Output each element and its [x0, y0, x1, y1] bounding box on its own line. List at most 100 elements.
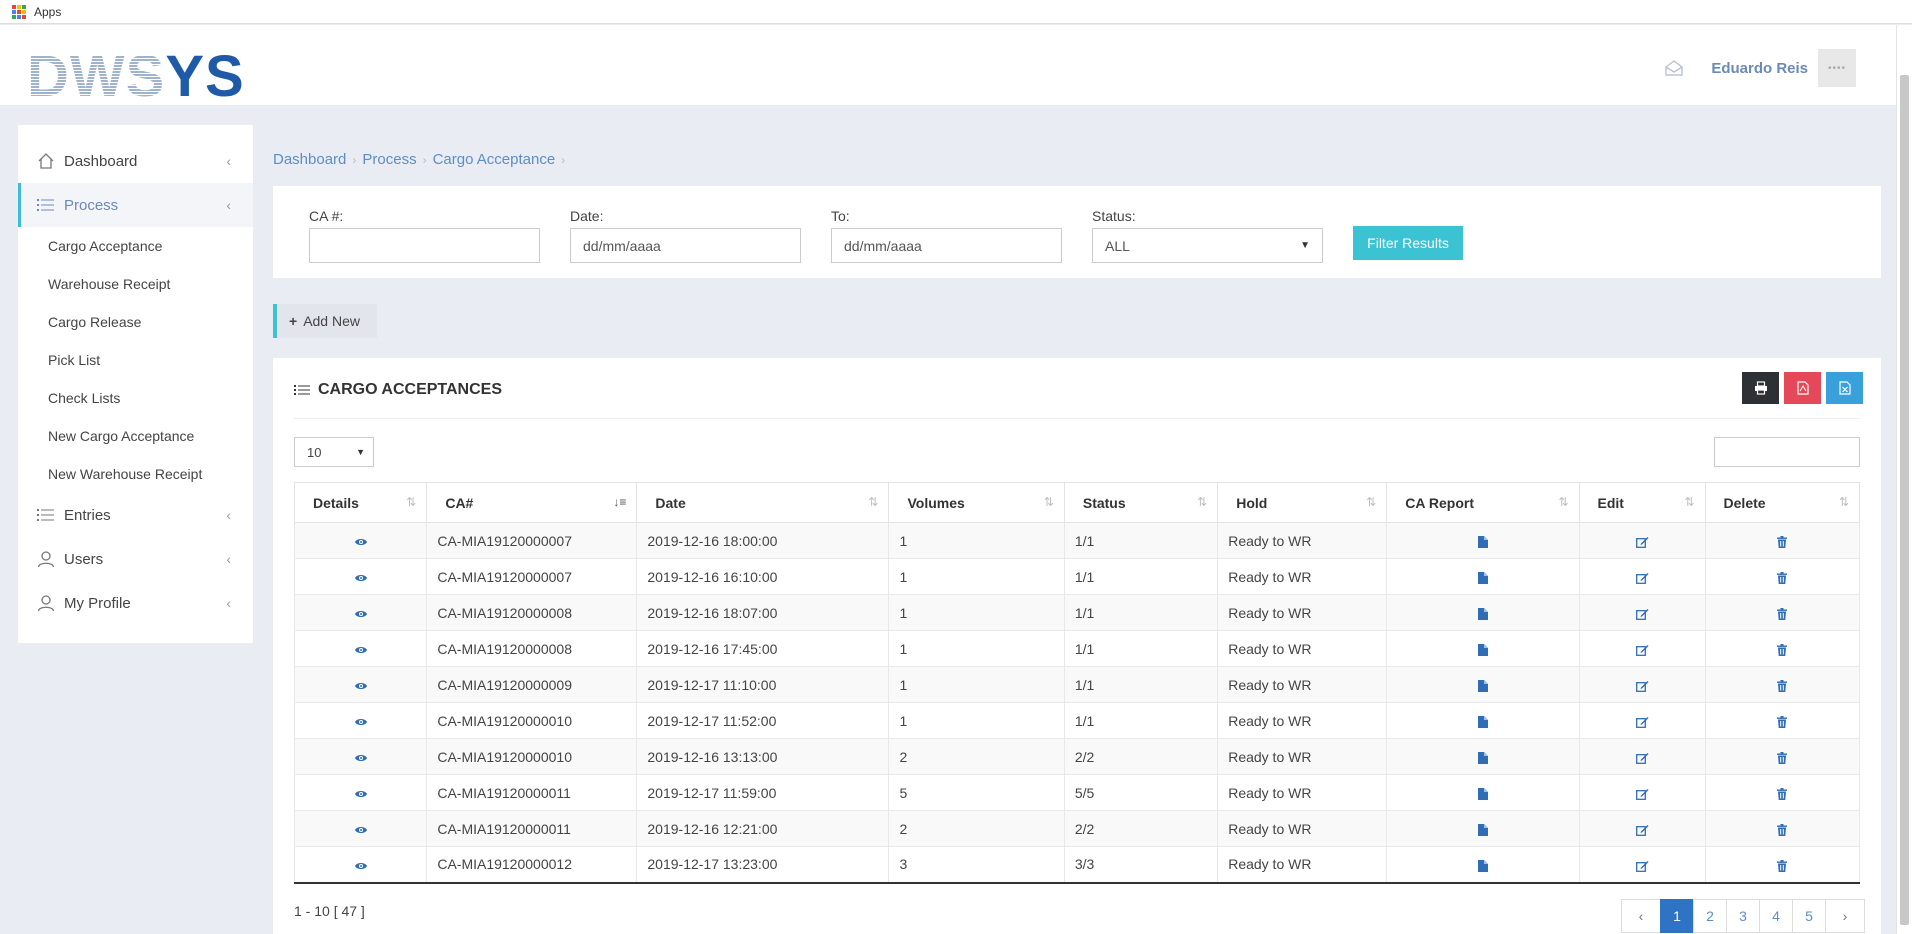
sidebar-subitem-check-lists[interactable]: Check Lists: [18, 379, 253, 417]
edit-icon[interactable]: [1635, 536, 1649, 548]
breadcrumb-dashboard[interactable]: Dashboard: [273, 151, 346, 168]
date-to-input[interactable]: dd/mm/aaaa: [831, 228, 1062, 263]
page-5-button[interactable]: 5: [1792, 899, 1826, 933]
prev-page-button[interactable]: ‹: [1621, 899, 1661, 933]
sidebar-subitem-cargo-acceptance[interactable]: Cargo Acceptance: [18, 227, 253, 265]
edit-icon[interactable]: [1635, 860, 1649, 872]
eye-icon[interactable]: [354, 717, 368, 727]
edit-icon[interactable]: [1635, 572, 1649, 584]
sidebar-subitem-warehouse-receipt[interactable]: Warehouse Receipt: [18, 265, 253, 303]
col-ca-report[interactable]: CA Report ⇅: [1386, 482, 1580, 523]
trash-icon[interactable]: [1777, 787, 1788, 800]
breadcrumb-separator: ›: [352, 152, 357, 167]
sidebar-item-entries[interactable]: Entries ‹: [18, 493, 253, 537]
details-cell: [293, 666, 428, 703]
add-new-button[interactable]: + Add New: [273, 304, 377, 338]
date-from-input[interactable]: dd/mm/aaaa: [570, 228, 801, 263]
edit-icon[interactable]: [1635, 680, 1649, 692]
next-page-button[interactable]: ›: [1825, 899, 1865, 933]
sidebar-item-my-profile[interactable]: My Profile ‹: [18, 581, 253, 625]
scrollbar[interactable]: [1896, 25, 1912, 934]
scrollbar-thumb[interactable]: [1900, 75, 1909, 925]
status-select[interactable]: ALL ▼: [1092, 228, 1323, 263]
logo[interactable]: DWSYS: [27, 48, 245, 106]
col-delete[interactable]: Delete ⇅: [1704, 482, 1861, 523]
file-icon[interactable]: [1477, 571, 1488, 584]
table-search-input[interactable]: [1714, 437, 1860, 467]
page-2-button[interactable]: 2: [1693, 899, 1727, 933]
eye-icon[interactable]: [354, 681, 368, 691]
sidebar-item-process[interactable]: Process ‹: [18, 183, 253, 227]
eye-icon[interactable]: [354, 789, 368, 799]
col-ca-number[interactable]: CA# ↓≡: [426, 482, 638, 523]
edit-icon[interactable]: [1635, 608, 1649, 620]
edit-icon[interactable]: [1635, 788, 1649, 800]
edit-icon[interactable]: [1635, 824, 1649, 836]
sidebar-subitem-pick-list[interactable]: Pick List: [18, 341, 253, 379]
status-cell: 5/5: [1063, 774, 1219, 811]
trash-icon[interactable]: [1777, 715, 1788, 728]
col-status[interactable]: Status ⇅: [1063, 482, 1219, 523]
print-button[interactable]: [1742, 372, 1779, 404]
eye-icon[interactable]: [354, 609, 368, 619]
col-date[interactable]: Date ⇅: [636, 482, 890, 523]
apps-grid-icon[interactable]: [12, 4, 26, 19]
file-icon[interactable]: [1477, 679, 1488, 692]
sidebar-subitem-cargo-release[interactable]: Cargo Release: [18, 303, 253, 341]
trash-icon[interactable]: [1777, 859, 1788, 872]
page-size-select[interactable]: 10 ▼: [294, 437, 374, 467]
breadcrumb-cargo-acceptance[interactable]: Cargo Acceptance: [433, 151, 556, 168]
col-details[interactable]: Details ⇅: [293, 482, 428, 523]
pdf-file-icon: [1796, 381, 1809, 395]
page-1-button[interactable]: 1: [1660, 899, 1694, 933]
file-icon[interactable]: [1477, 607, 1488, 620]
filter-results-button[interactable]: Filter Results: [1353, 226, 1463, 260]
file-icon[interactable]: [1477, 751, 1488, 764]
col-edit[interactable]: Edit ⇅: [1578, 482, 1706, 523]
trash-icon[interactable]: [1777, 571, 1788, 584]
eye-icon[interactable]: [354, 537, 368, 547]
ca-report-cell: [1386, 810, 1580, 847]
export-pdf-button[interactable]: [1784, 372, 1821, 404]
eye-icon[interactable]: [354, 573, 368, 583]
details-cell: [293, 522, 428, 559]
trash-icon[interactable]: [1777, 607, 1788, 620]
eye-icon[interactable]: [354, 825, 368, 835]
col-hold[interactable]: Hold ⇅: [1217, 482, 1388, 523]
delete-cell: [1704, 630, 1861, 667]
edit-icon[interactable]: [1635, 752, 1649, 764]
edit-icon[interactable]: [1635, 644, 1649, 656]
sidebar-item-dashboard[interactable]: Dashboard ‹: [18, 139, 253, 183]
col-volumes[interactable]: Volumes ⇅: [888, 482, 1065, 523]
ca-report-cell: [1386, 738, 1580, 775]
eye-icon[interactable]: [354, 753, 368, 763]
file-icon[interactable]: [1477, 535, 1488, 548]
envelope-icon[interactable]: [1663, 57, 1685, 79]
page-4-button[interactable]: 4: [1759, 899, 1793, 933]
ca-report-cell: [1386, 558, 1580, 595]
ca-number-input[interactable]: [309, 228, 540, 263]
eye-icon[interactable]: [354, 861, 368, 871]
trash-icon[interactable]: [1777, 823, 1788, 836]
file-icon[interactable]: [1477, 859, 1488, 872]
eye-icon[interactable]: [354, 645, 368, 655]
export-excel-button[interactable]: [1826, 372, 1863, 404]
sidebar-subitem-new-cargo-acceptance[interactable]: New Cargo Acceptance: [18, 417, 253, 455]
file-icon[interactable]: [1477, 643, 1488, 656]
file-icon[interactable]: [1477, 823, 1488, 836]
sidebar-subitem-new-warehouse-receipt[interactable]: New Warehouse Receipt: [18, 455, 253, 493]
excel-file-icon: [1838, 381, 1851, 395]
breadcrumb-process[interactable]: Process: [362, 151, 416, 168]
page-3-button[interactable]: 3: [1726, 899, 1760, 933]
file-icon[interactable]: [1477, 787, 1488, 800]
trash-icon[interactable]: [1777, 751, 1788, 764]
apps-label[interactable]: Apps: [34, 5, 61, 19]
edit-icon[interactable]: [1635, 716, 1649, 728]
file-icon[interactable]: [1477, 715, 1488, 728]
trash-icon[interactable]: [1777, 643, 1788, 656]
trash-icon[interactable]: [1777, 535, 1788, 548]
user-name[interactable]: Eduardo Reis: [1711, 60, 1808, 77]
sidebar-item-users[interactable]: Users ‹: [18, 537, 253, 581]
avatar[interactable]: ••••: [1818, 49, 1856, 87]
trash-icon[interactable]: [1777, 679, 1788, 692]
